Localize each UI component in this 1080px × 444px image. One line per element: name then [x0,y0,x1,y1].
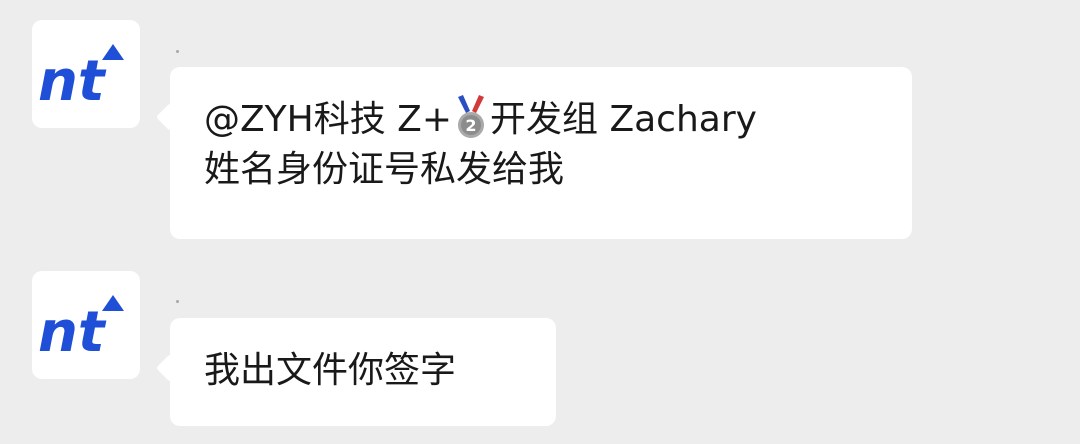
sender-name [176,50,179,53]
message-bubble[interactable]: 我出文件你签字 [170,318,556,426]
nt-logo-icon: nt [38,295,124,365]
mention-text: @ZYH科技 Z+ [204,99,452,140]
message-bubble[interactable]: @ZYH科技 Z+ 2 开发组 Zachary 姓名身份证号私发给我 [170,67,912,239]
message-line: 姓名身份证号私发给我 [204,149,565,190]
sender-name [176,300,179,303]
message-line: @ZYH科技 Z+ 2 开发组 Zachary [204,95,878,145]
silver-medal-icon: 2 [458,95,484,138]
nt-logo-icon: nt [38,44,124,114]
svg-text:nt: nt [38,300,107,365]
sender-avatar[interactable]: nt [32,20,140,128]
sender-avatar[interactable]: nt [32,271,140,379]
mention-suffix: 开发组 Zachary [490,99,757,140]
svg-text:2: 2 [465,116,476,135]
badge: 2 [452,95,490,140]
svg-text:nt: nt [38,49,107,114]
message-line: 我出文件你签字 [204,350,457,391]
